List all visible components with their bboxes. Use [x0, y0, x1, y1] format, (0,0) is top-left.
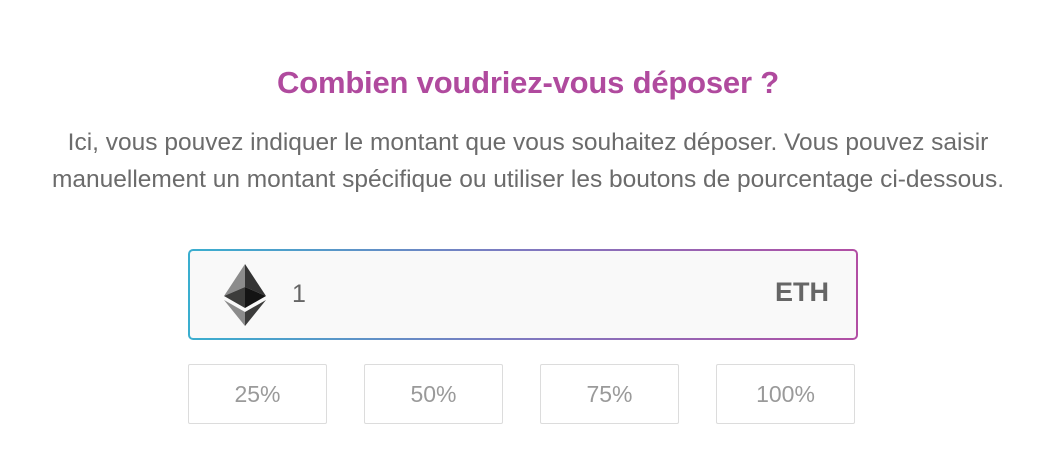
page-title: Combien voudriez-vous déposer ?	[277, 64, 779, 100]
percent-25-button[interactable]: 25%	[188, 364, 327, 424]
ethereum-icon	[224, 264, 266, 326]
percent-50-button[interactable]: 50%	[364, 364, 503, 424]
percentage-buttons: 25% 50% 75% 100%	[188, 364, 858, 424]
percent-75-button[interactable]: 75%	[540, 364, 679, 424]
amount-input[interactable]	[292, 273, 712, 315]
percent-100-button[interactable]: 100%	[716, 364, 855, 424]
amount-field[interactable]: ETH	[188, 249, 858, 340]
deposit-description: Ici, vous pouvez indiquer le montant que…	[52, 128, 1004, 193]
amount-field-inner: ETH	[190, 251, 856, 338]
currency-label: ETH	[775, 277, 829, 307]
